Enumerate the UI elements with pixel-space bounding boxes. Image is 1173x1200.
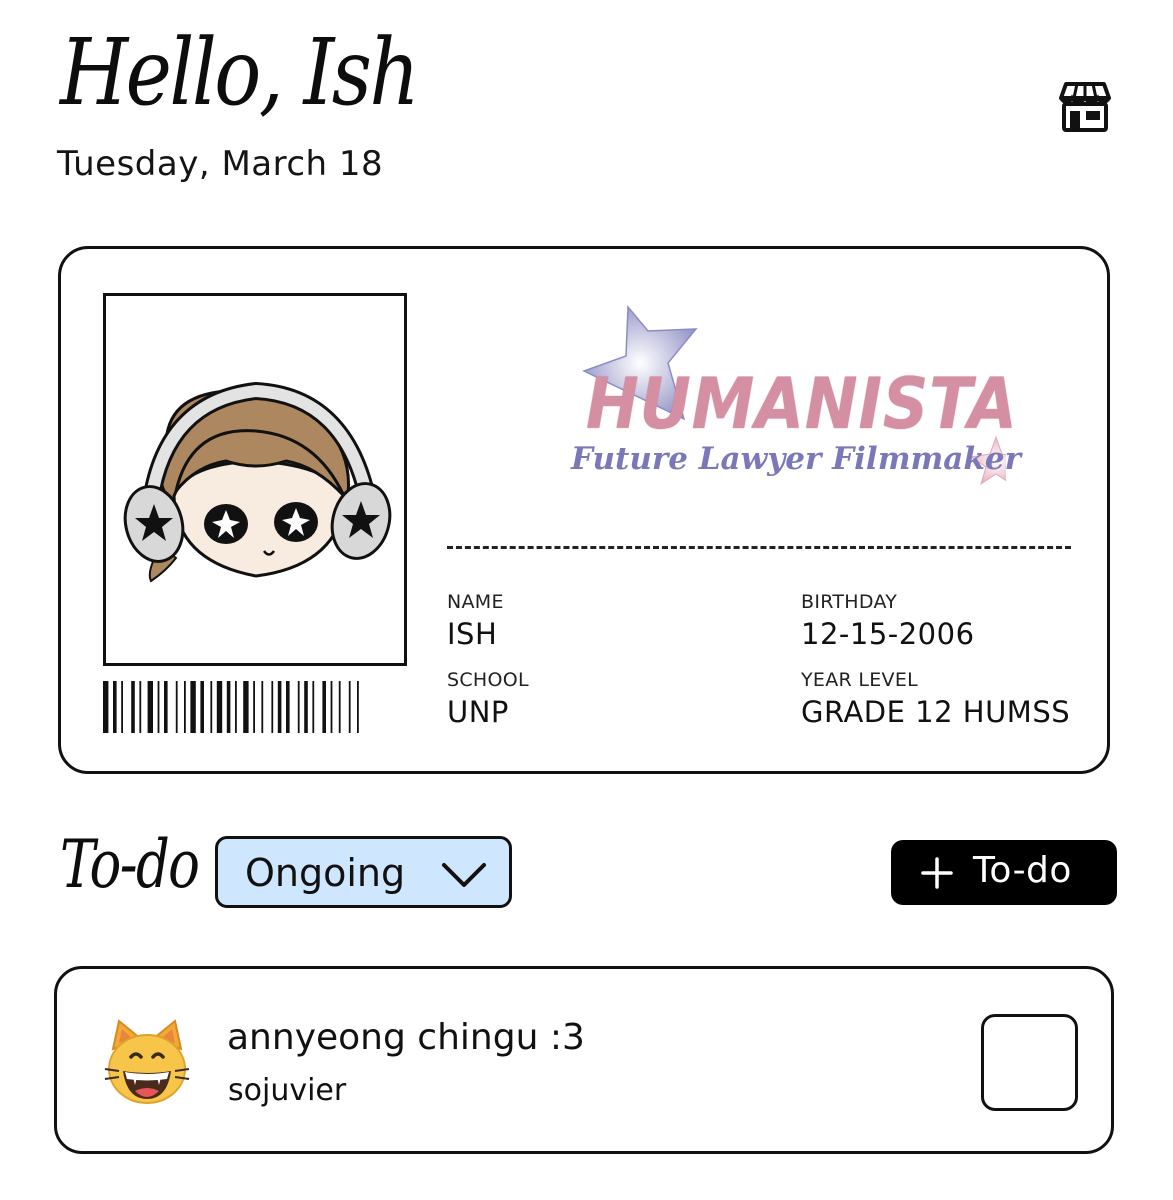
barcode-bar [216, 681, 223, 733]
barcode-bar [210, 681, 213, 733]
barcode-bar [253, 681, 255, 733]
logo-subtitle: Future Lawyer Filmmaker [571, 441, 1021, 477]
grinning-cat-icon [104, 1019, 190, 1104]
student-id-card: HUMANISTA Future Lawyer Filmmaker NAME I… [58, 246, 1110, 774]
school-label: SCHOOL [447, 669, 529, 691]
barcode-bar [139, 681, 142, 733]
barcode-bar [103, 681, 109, 733]
profile-photo [103, 293, 407, 666]
barcode-bar [304, 681, 308, 733]
barcode-bar [357, 681, 359, 733]
birthday-value: 12-15-2006 [801, 617, 975, 651]
barcode-bar [261, 681, 264, 733]
barcode-bar [243, 681, 249, 733]
todo-item-title: annyeong chingu :3 [227, 1017, 585, 1058]
barcode-bar [330, 681, 333, 733]
add-todo-button[interactable]: To-do [891, 840, 1117, 905]
name-value: ISH [447, 617, 498, 651]
year-level-label: YEAR LEVEL [801, 669, 919, 691]
chevron-down-icon [442, 863, 486, 887]
store-icon [1059, 82, 1111, 132]
barcode-bar [322, 681, 326, 733]
barcode-bar [338, 681, 341, 733]
barcode-bar [348, 681, 351, 733]
barcode-bar [312, 681, 315, 733]
barcode-bar [226, 681, 231, 733]
barcode-bar [286, 681, 290, 733]
todo-item-checkbox[interactable] [981, 1014, 1078, 1111]
barcode-bar [200, 681, 204, 733]
plus-icon [921, 857, 953, 889]
barcode-bar [297, 681, 300, 733]
barcode [103, 681, 359, 733]
barcode-bar [157, 681, 160, 733]
store-button[interactable] [1056, 78, 1114, 136]
year-level-value: GRADE 12 HUMSS [801, 695, 1071, 729]
todo-section-title: To-do [60, 826, 200, 903]
filter-selected-value: Ongoing [245, 851, 406, 895]
barcode-bar [184, 681, 186, 733]
todo-filter-dropdown[interactable]: Ongoing [215, 836, 512, 908]
current-date: Tuesday, March 18 [57, 144, 384, 184]
greeting-heading: Hello, Ish [60, 19, 420, 126]
barcode-bar [271, 681, 274, 733]
barcode-bar [131, 681, 135, 733]
add-todo-label: To-do [973, 850, 1072, 891]
todo-item-author: sojuvier [228, 1073, 347, 1108]
barcode-bar [175, 681, 178, 733]
barcode-bar [164, 681, 168, 733]
todo-item[interactable]: annyeong chingu :3 sojuvier [54, 966, 1114, 1154]
divider [447, 546, 1071, 549]
avatar-illustration [123, 381, 392, 583]
barcode-bar [235, 681, 237, 733]
humanista-logo: HUMANISTA Future Lawyer Filmmaker [516, 301, 1021, 501]
barcode-bar [121, 681, 123, 733]
barcode-bar [190, 681, 196, 733]
logo-title: HUMANISTA [586, 363, 1018, 445]
birthday-label: BIRTHDAY [801, 591, 898, 613]
school-value: UNP [447, 695, 509, 729]
barcode-bar [147, 681, 153, 733]
barcode-bar [113, 681, 117, 733]
name-label: NAME [447, 591, 504, 613]
barcode-bar [277, 681, 282, 733]
